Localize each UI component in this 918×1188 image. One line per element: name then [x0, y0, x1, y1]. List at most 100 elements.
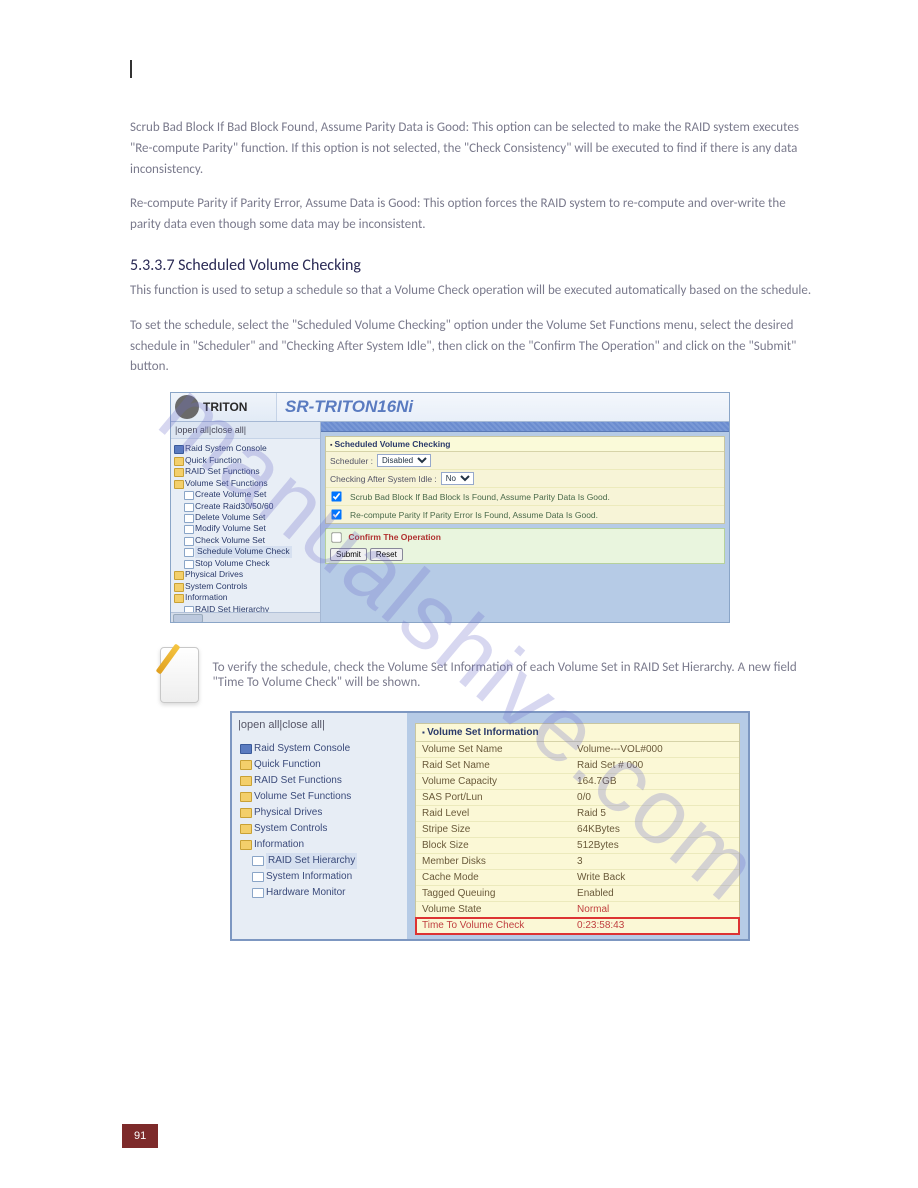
- tree-physical-drives[interactable]: Physical Drives: [173, 569, 318, 580]
- info-key: Volume Capacity: [416, 774, 571, 790]
- confirm-label: Confirm The Operation: [348, 532, 441, 542]
- table-row: Volume Set NameVolume---VOL#000: [416, 742, 739, 758]
- info-key: Member Disks: [416, 854, 571, 870]
- content-pane: Scheduled Volume Checking Scheduler : Di…: [321, 422, 729, 622]
- submit-button[interactable]: Submit: [330, 548, 367, 561]
- table-row: Volume StateNormal: [416, 902, 739, 918]
- info-key: Volume State: [416, 902, 571, 918]
- tree-root[interactable]: Raid System Console: [173, 443, 318, 454]
- section-body-2: To set the schedule, select the "Schedul…: [130, 316, 818, 378]
- info-value: 164.7GB: [571, 774, 739, 790]
- info-table-title: Volume Set Information: [416, 724, 739, 742]
- tree2-raidset-functions[interactable]: RAID Set Functions: [238, 773, 401, 789]
- tree2-volumeset-functions[interactable]: Volume Set Functions: [238, 789, 401, 805]
- tree-quick-function[interactable]: Quick Function: [173, 455, 318, 466]
- tree-toggle-controls[interactable]: |open all|close all|: [171, 422, 320, 439]
- table-row: Raid LevelRaid 5: [416, 806, 739, 822]
- note-icon: [160, 647, 199, 703]
- table-row: Stripe Size64KBytes: [416, 822, 739, 838]
- tree-create-raid305060[interactable]: Create Raid30/50/60: [183, 501, 318, 512]
- scrub-checkbox[interactable]: [331, 491, 341, 501]
- tree-modify-volume-set[interactable]: Modify Volume Set: [183, 523, 318, 534]
- volume-info-window: |open all|close all| Raid System Console…: [230, 711, 750, 941]
- panel-title: Scheduled Volume Checking: [326, 437, 724, 452]
- confirm-checkbox[interactable]: [331, 532, 341, 542]
- model-title: SR-TRITON16Ni: [276, 393, 729, 421]
- tree-information[interactable]: Information: [173, 592, 318, 603]
- scheduled-check-panel: Scheduled Volume Checking Scheduler : Di…: [325, 436, 725, 524]
- info-key: Block Size: [416, 838, 571, 854]
- scrub-label: Scrub Bad Block If Bad Block Is Found, A…: [350, 492, 610, 502]
- idle-select[interactable]: No: [441, 472, 474, 485]
- volume-info-table: Volume Set NameVolume---VOL#000Raid Set …: [416, 742, 739, 934]
- info-value: Enabled: [571, 886, 739, 902]
- nav-sidebar: |open all|close all| Raid System Console…: [171, 422, 321, 622]
- info-value: 0:23:58:43: [571, 918, 739, 934]
- confirm-panel: Confirm The Operation Submit Reset: [325, 528, 725, 564]
- tree2-system-controls[interactable]: System Controls: [238, 821, 401, 837]
- table-row: Cache ModeWrite Back: [416, 870, 739, 886]
- tree-volumeset-functions[interactable]: Volume Set Functions: [173, 478, 318, 489]
- tree2-quick-function[interactable]: Quick Function: [238, 757, 401, 773]
- info-key: Stripe Size: [416, 822, 571, 838]
- tree-create-volume-set[interactable]: Create Volume Set: [183, 489, 318, 500]
- content-titlebar: [321, 422, 729, 432]
- table-row: SAS Port/Lun0/0: [416, 790, 739, 806]
- reset-button[interactable]: Reset: [370, 548, 403, 561]
- logo-icon: [175, 395, 199, 419]
- section-heading: 5.3.3.7 Scheduled Volume Checking: [130, 256, 818, 275]
- tree-system-controls[interactable]: System Controls: [173, 581, 318, 592]
- info-value: Raid Set # 000: [571, 758, 739, 774]
- table-row: Raid Set NameRaid Set # 000: [416, 758, 739, 774]
- info-key: Time To Volume Check: [416, 918, 571, 934]
- info-key: SAS Port/Lun: [416, 790, 571, 806]
- info-nav-sidebar: |open all|close all| Raid System Console…: [232, 713, 407, 939]
- tree2-physical-drives[interactable]: Physical Drives: [238, 805, 401, 821]
- info-key: Raid Set Name: [416, 758, 571, 774]
- tree-schedule-volume-check[interactable]: Schedule Volume Check: [183, 546, 318, 557]
- tree-raidset-functions[interactable]: RAID Set Functions: [173, 466, 318, 477]
- table-row: Volume Capacity164.7GB: [416, 774, 739, 790]
- logo-text: TRITON: [203, 400, 247, 414]
- tree2-hardware-monitor[interactable]: Hardware Monitor: [250, 885, 401, 901]
- text-cursor: [130, 60, 132, 78]
- option2-description: Re-compute Parity if Parity Error, Assum…: [130, 194, 818, 236]
- recompute-label: Re-compute Parity If Parity Error Is Fou…: [350, 510, 598, 520]
- idle-label: Checking After System Idle :: [330, 474, 437, 484]
- info-key: Tagged Queuing: [416, 886, 571, 902]
- page-number: 91: [122, 1124, 158, 1148]
- info-value: 0/0: [571, 790, 739, 806]
- info-content-pane: Volume Set Information Volume Set NameVo…: [407, 713, 748, 939]
- tree-delete-volume-set[interactable]: Delete Volume Set: [183, 512, 318, 523]
- info-value: Raid 5: [571, 806, 739, 822]
- scheduler-select[interactable]: Disabled: [377, 454, 431, 467]
- tree-stop-volume-check[interactable]: Stop Volume Check: [183, 558, 318, 569]
- table-row: Block Size512Bytes: [416, 838, 739, 854]
- horizontal-scrollbar[interactable]: [171, 612, 320, 622]
- tree2-root[interactable]: Raid System Console: [238, 741, 401, 757]
- tree2-raidset-hierarchy[interactable]: RAID Set Hierarchy: [250, 853, 401, 869]
- scheduler-label: Scheduler :: [330, 456, 373, 466]
- table-row: Member Disks3: [416, 854, 739, 870]
- info-value: 512Bytes: [571, 838, 739, 854]
- info-key: Volume Set Name: [416, 742, 571, 758]
- tree2-system-information[interactable]: System Information: [250, 869, 401, 885]
- info-value: Volume---VOL#000: [571, 742, 739, 758]
- info-value: 64KBytes: [571, 822, 739, 838]
- tree2-information[interactable]: Information: [238, 837, 401, 853]
- table-row: Tagged QueuingEnabled: [416, 886, 739, 902]
- info-value: Normal: [571, 902, 739, 918]
- table-row: Time To Volume Check0:23:58:43: [416, 918, 739, 934]
- window-header: TRITON SR-TRITON16Ni: [171, 393, 729, 422]
- tree-check-volume-set[interactable]: Check Volume Set: [183, 535, 318, 546]
- info-value: Write Back: [571, 870, 739, 886]
- note-text: To verify the schedule, check the Volume…: [213, 660, 818, 690]
- section-body-1: This function is used to setup a schedul…: [130, 281, 818, 302]
- logo: TRITON: [171, 393, 276, 421]
- tree-toggle-controls-2[interactable]: |open all|close all|: [238, 719, 401, 731]
- option1-description: Scrub Bad Block If Bad Block Found, Assu…: [130, 118, 818, 180]
- info-key: Raid Level: [416, 806, 571, 822]
- recompute-checkbox[interactable]: [331, 509, 341, 519]
- info-key: Cache Mode: [416, 870, 571, 886]
- raid-admin-window: TRITON SR-TRITON16Ni |open all|close all…: [170, 392, 730, 623]
